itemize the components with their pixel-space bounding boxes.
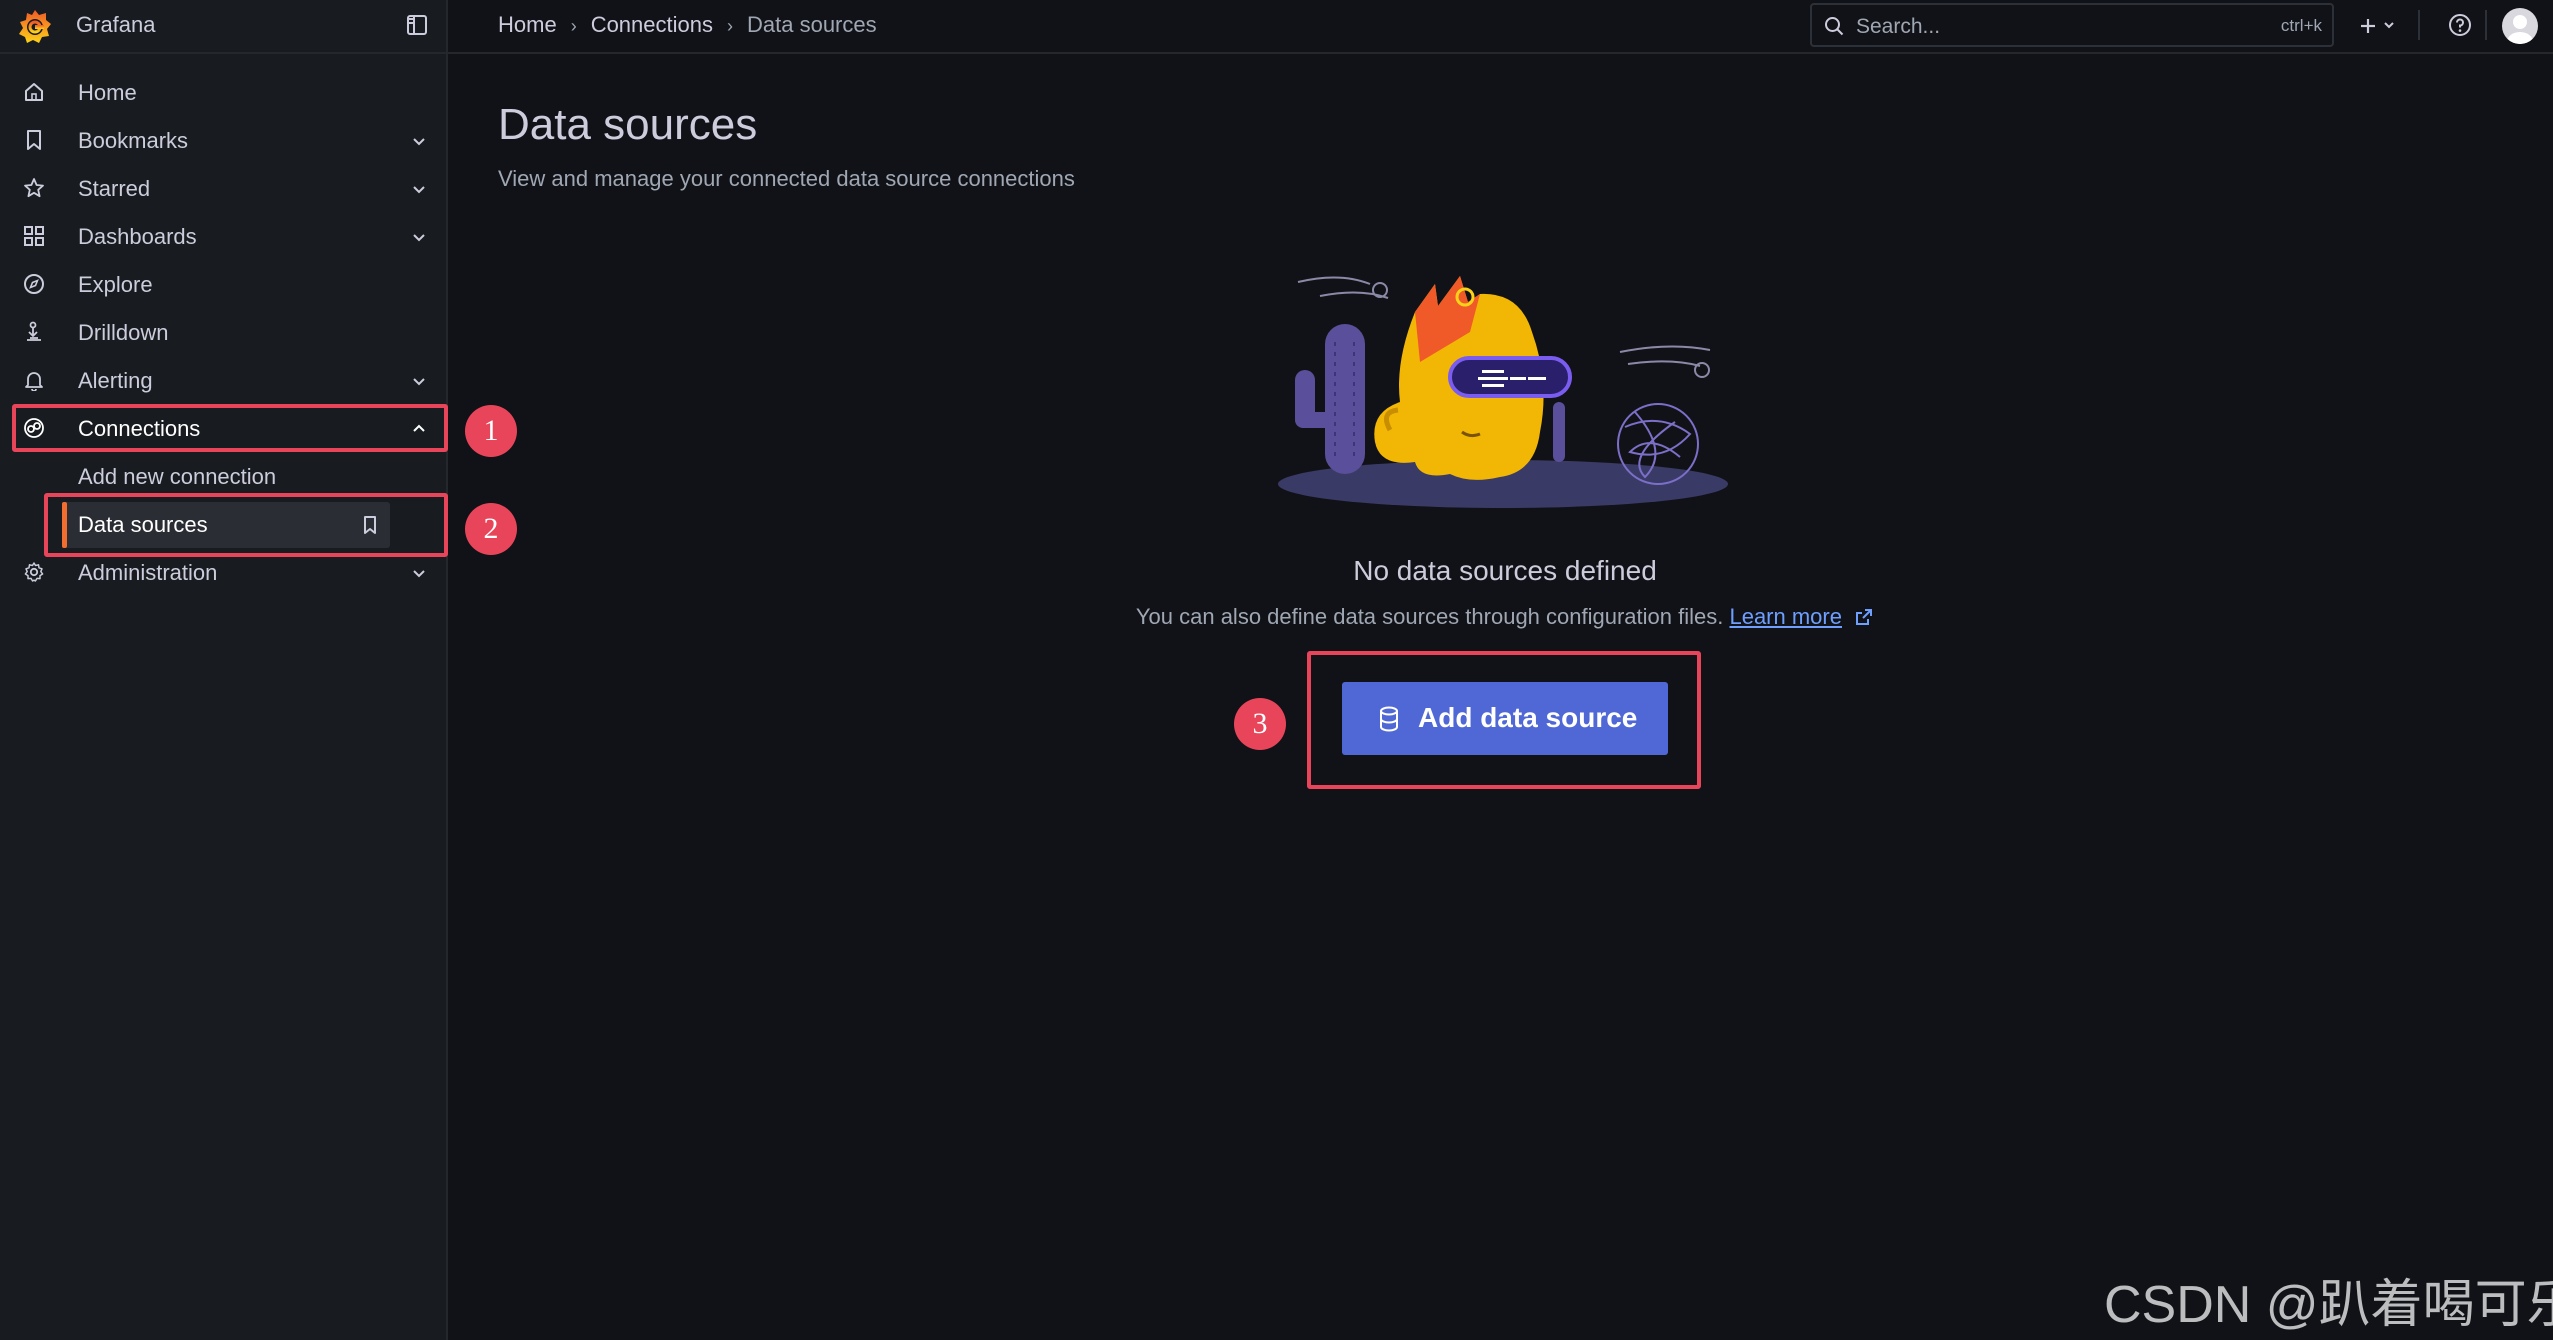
sidebar-item-label: Dashboards [78,224,197,249]
sidebar-item-label: Starred [78,176,151,201]
breadcrumb: Home › Connections › Data sources [498,12,877,38]
learn-more-link[interactable]: Learn more [1729,604,1842,629]
divider [2418,10,2420,40]
sidebar-item-label: Add new connection [78,464,277,489]
search-input[interactable] [1854,11,2218,43]
sidebar-item-dashboards[interactable]: Dashboards [0,212,446,260]
sidebar-item-label: Alerting [78,368,153,393]
dock-menu-icon[interactable] [406,14,428,36]
annotation-badge-1: 1 [465,405,517,457]
sidebar-item-label: Administration [78,560,218,585]
sidebar-item-label: Bookmarks [78,128,189,153]
empty-state-description: You can also define data sources through… [1000,604,2010,630]
home-icon [25,83,43,101]
breadcrumb-connections[interactable]: Connections [591,12,713,37]
sidebar-item-bookmarks[interactable]: Bookmarks [0,116,446,164]
breadcrumb-separator: › [570,16,577,36]
sidebar: Grafana Home Bookmarks Starred Dashboard… [0,0,448,1340]
drilldown-icon [27,321,41,341]
breadcrumb-separator: › [727,16,733,36]
add-new-button[interactable] [2358,10,2406,42]
search-box[interactable]: ctrl+k [1810,3,2334,47]
cog-icon [24,562,44,582]
empty-state-title: No data sources defined [1353,555,1657,586]
highlight-box-data-sources [44,493,448,557]
chevron-down-icon[interactable] [410,228,428,246]
top-bar: Home › Connections › Data sources ctrl+k [448,0,2553,54]
chevron-down-icon[interactable] [410,564,428,582]
annotation-badge-3: 3 [1234,698,1286,750]
sidebar-item-explore[interactable]: Explore [0,260,446,308]
chevron-down-icon[interactable] [410,132,428,150]
compass-icon [24,274,44,294]
sidebar-item-label: Home [78,80,137,105]
bookmark-icon [27,130,41,150]
chevron-down-icon[interactable] [410,180,428,198]
breadcrumb-home[interactable]: Home [498,12,557,37]
highlight-box-connections [12,404,448,452]
empty-state-text: You can also define data sources through… [1135,604,1724,629]
app-name: Grafana [76,12,156,37]
page-subtitle: View and manage your connected data sour… [498,166,1075,191]
external-link-icon[interactable] [1854,607,1874,627]
user-icon [2507,15,2533,44]
watermark: CSDN @趴着喝可乐 [2104,1276,2553,1334]
bell-icon [25,372,43,391]
chevron-down-icon[interactable] [410,372,428,390]
breadcrumb-data-sources: Data sources [747,12,877,37]
divider [2485,10,2487,40]
sidebar-item-drilldown[interactable]: Drilldown [0,308,446,356]
sidebar-item-label: Drilldown [78,320,169,345]
apps-icon [24,226,44,246]
highlight-box-add-data-source [1307,651,1701,789]
sidebar-item-alerting[interactable]: Alerting [0,356,446,404]
avatar[interactable] [2502,8,2538,44]
help-icon[interactable] [2447,12,2473,38]
page-title: Data sources [498,100,758,149]
sidebar-item-label: Explore [78,272,153,297]
annotation-badge-2: 2 [465,503,517,555]
star-icon [24,178,44,198]
brand-bar: Grafana [0,0,446,54]
search-shortcut: ctrl+k [2280,16,2322,35]
grafana-logo[interactable] [17,7,53,47]
sidebar-item-starred[interactable]: Starred [0,164,446,212]
sidebar-item-home[interactable]: Home [0,68,446,116]
search-icon [1825,17,1844,36]
empty-state-illustration [1278,276,1728,508]
